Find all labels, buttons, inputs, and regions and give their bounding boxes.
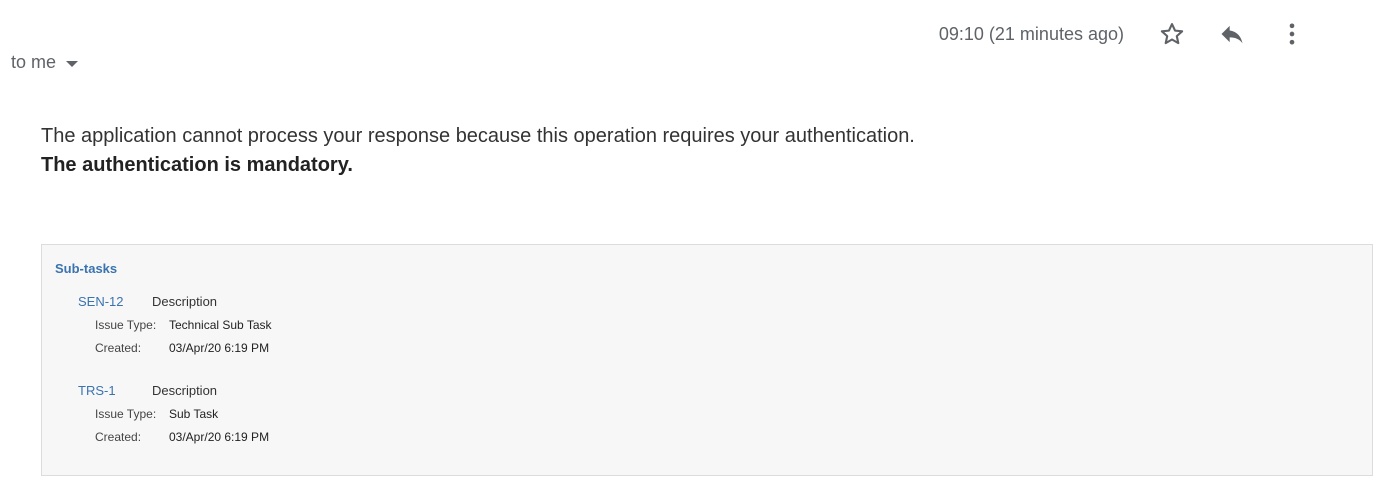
- subtask-key-link[interactable]: TRS-1: [78, 383, 152, 398]
- created-value: 03/Apr/20 6:19 PM: [169, 341, 270, 355]
- recipient-label: to me: [11, 52, 57, 72]
- more-options-button[interactable]: [1274, 16, 1310, 52]
- email-body: The application cannot process your resp…: [41, 122, 915, 180]
- email-timestamp: 09:10 (21 minutes ago): [938, 23, 1124, 44]
- subtasks-title-link[interactable]: Sub-tasks: [55, 261, 117, 276]
- subtasks-panel: Sub-tasks SEN-12 Description Issue Type:…: [41, 244, 1373, 476]
- email-header-actions: 09:10 (21 minutes ago): [939, 18, 1310, 50]
- star-icon: [1158, 20, 1186, 48]
- issue-type-label: Issue Type:: [95, 318, 157, 332]
- message-line-1: The application cannot process your resp…: [41, 125, 915, 147]
- star-button[interactable]: [1154, 16, 1190, 52]
- subtask-description: Description: [152, 383, 218, 398]
- subtask-issue-type-row: Issue Type: Technical Sub Task: [95, 318, 272, 332]
- subtask-key-link[interactable]: SEN-12: [78, 294, 152, 309]
- issue-type-value: Sub Task: [169, 407, 219, 421]
- subtask-item: SEN-12 Description Issue Type: Technical…: [78, 294, 272, 355]
- issue-type-value: Technical Sub Task: [169, 318, 272, 332]
- subtask-item: TRS-1 Description Issue Type: Sub Task C…: [78, 383, 269, 444]
- reply-icon: [1218, 20, 1246, 48]
- subtask-header: TRS-1 Description: [78, 383, 269, 398]
- subtask-created-row: Created: 03/Apr/20 6:19 PM: [95, 341, 272, 355]
- message-line-2: The authentication is mandatory.: [41, 154, 353, 176]
- reply-button[interactable]: [1214, 16, 1250, 52]
- created-label: Created:: [95, 341, 142, 355]
- created-label: Created:: [95, 430, 142, 444]
- subtask-header: SEN-12 Description: [78, 294, 272, 309]
- subtask-created-row: Created: 03/Apr/20 6:19 PM: [95, 430, 269, 444]
- more-vert-icon: [1278, 20, 1306, 48]
- recipient-dropdown[interactable]: to me: [11, 52, 79, 73]
- subtask-issue-type-row: Issue Type: Sub Task: [95, 407, 269, 421]
- chevron-down-icon: [66, 60, 79, 67]
- subtask-description: Description: [152, 294, 218, 309]
- issue-type-label: Issue Type:: [95, 407, 157, 421]
- created-value: 03/Apr/20 6:19 PM: [169, 430, 270, 444]
